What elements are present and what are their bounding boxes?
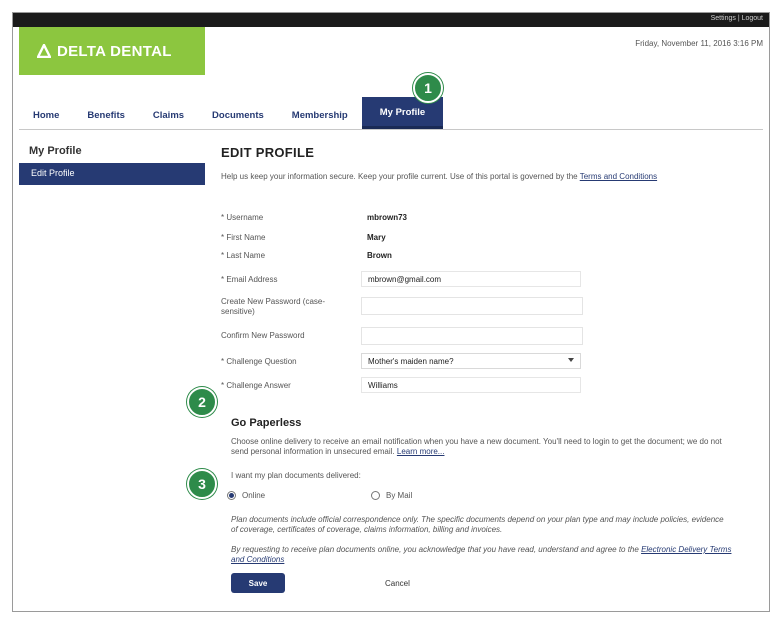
nav-divider [19, 129, 763, 130]
settings-logout-links[interactable]: Settings | Logout [711, 15, 763, 22]
go-paperless-heading: Go Paperless [231, 417, 302, 429]
email-field[interactable]: mbrown@gmail.com [361, 271, 581, 287]
by-mail-label: By Mail [386, 491, 413, 500]
intro-body: Help us keep your information secure. Ke… [221, 172, 578, 181]
save-button[interactable]: Save [231, 573, 285, 593]
callout-badge-3: 3 [187, 469, 217, 499]
nav-claims[interactable]: Claims [139, 110, 198, 129]
first-name-label: * First Name [221, 233, 266, 242]
plan-documents-note: Plan documents include official correspo… [231, 515, 724, 534]
nav-membership[interactable]: Membership [278, 110, 362, 129]
email-label: * Email Address [221, 275, 278, 284]
main-nav: Home Benefits Claims Documents Membershi… [19, 97, 444, 129]
callout-badge-1: 1 [413, 73, 443, 103]
top-bar: Settings | Logout [13, 13, 769, 27]
nav-home[interactable]: Home [19, 110, 73, 129]
nav-documents[interactable]: Documents [198, 110, 278, 129]
learn-more-link[interactable]: Learn more... [397, 447, 445, 456]
confirm-password-label: Confirm New Password [221, 331, 305, 340]
last-name-value: Brown [367, 251, 392, 260]
username-label: * Username [221, 213, 264, 222]
username-value: mbrown73 [367, 213, 408, 222]
first-name-value: Mary [367, 233, 386, 242]
by-mail-radio[interactable] [371, 491, 380, 501]
triangle-logo-icon [37, 44, 51, 58]
sidebar-title: My Profile [29, 145, 82, 157]
cancel-button[interactable]: Cancel [385, 579, 410, 588]
new-password-label: Create New Password (case-sensitive) [221, 297, 326, 316]
page-title: EDIT PROFILE [221, 145, 315, 160]
chevron-down-icon [568, 358, 574, 362]
challenge-question-label: * Challenge Question [221, 357, 297, 366]
nav-benefits[interactable]: Benefits [73, 110, 138, 129]
callout-badge-2: 2 [187, 387, 217, 417]
online-option[interactable]: Online [227, 491, 265, 501]
logo-text: DELTA DENTAL [57, 42, 172, 60]
terms-link[interactable]: Terms and Conditions [580, 172, 657, 181]
edit-profile-form: EDIT PROFILE Help us keep your informati… [221, 145, 761, 593]
browser-frame: Settings | Logout DELTA DENTAL Friday, N… [12, 12, 770, 612]
paperless-description: Choose online delivery to receive an ema… [231, 437, 731, 457]
paperless-description-text: Choose online delivery to receive an ema… [231, 437, 722, 456]
online-label: Online [242, 491, 266, 500]
delta-dental-logo[interactable]: DELTA DENTAL [19, 27, 205, 75]
electronic-delivery-text: By requesting to receive plan documents … [231, 545, 639, 554]
intro-text: Help us keep your information secure. Ke… [221, 172, 761, 181]
current-datetime: Friday, November 11, 2016 3:16 PM [635, 39, 763, 48]
delivery-question: I want my plan documents delivered: [231, 471, 361, 480]
by-mail-option[interactable]: By Mail [371, 491, 412, 501]
electronic-delivery-note: By requesting to receive plan documents … [231, 545, 741, 565]
challenge-question-select[interactable]: Mother's maiden name? [361, 353, 581, 369]
confirm-password-input[interactable] [361, 327, 583, 345]
challenge-answer-label: * Challenge Answer [221, 381, 291, 390]
online-radio[interactable] [227, 491, 236, 501]
last-name-label: * Last Name [221, 251, 266, 260]
new-password-input[interactable] [361, 297, 583, 315]
challenge-question-value: Mother's maiden name? [368, 357, 454, 366]
sidebar-item-edit-profile[interactable]: Edit Profile [19, 163, 205, 185]
challenge-answer-input[interactable]: Williams [361, 377, 581, 393]
